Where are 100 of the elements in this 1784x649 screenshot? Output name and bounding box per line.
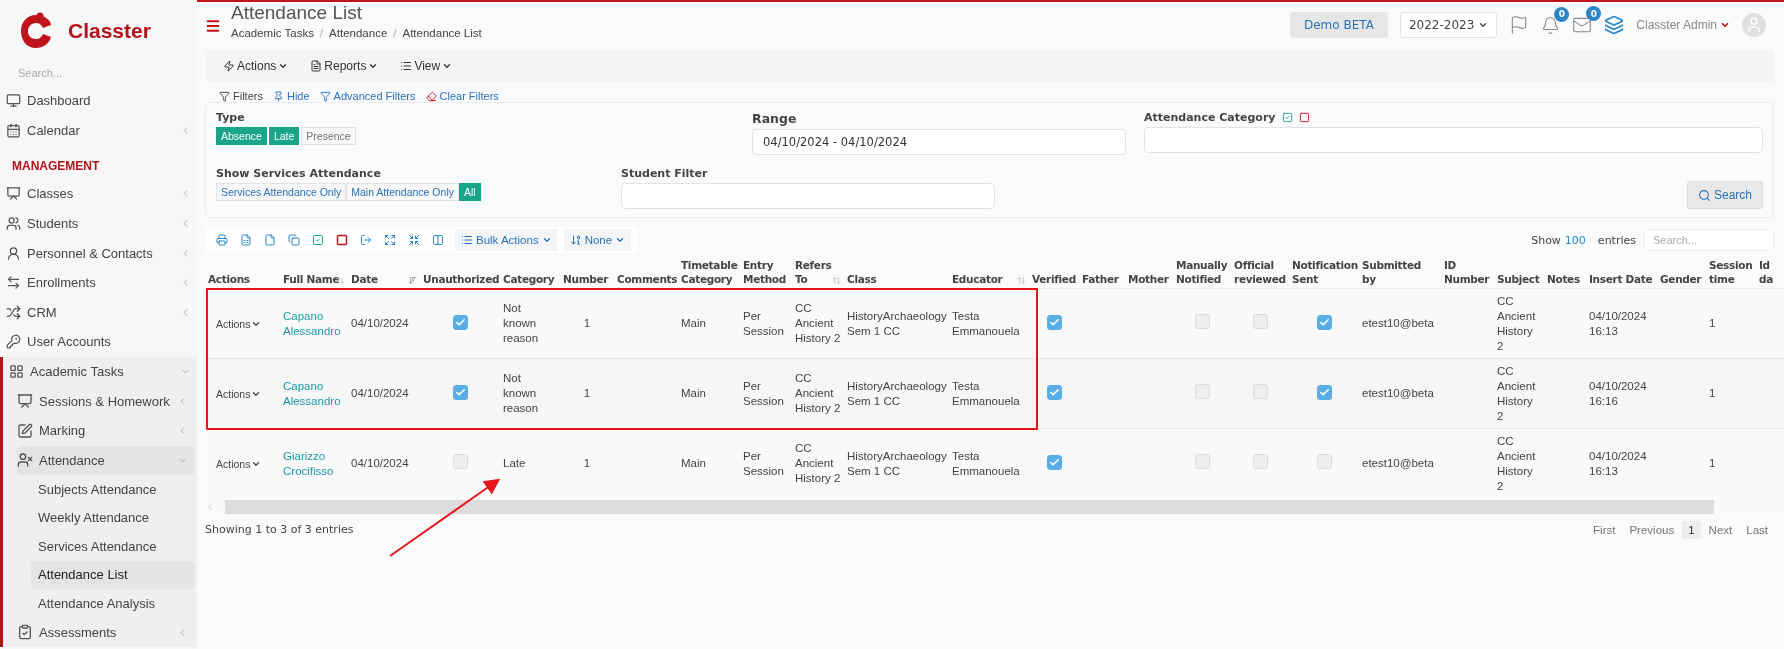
range-field[interactable]: 04/10/2024 - 04/10/2024 [752,129,1126,155]
column-header: Date [351,273,378,285]
column-header: Unauthorized [423,273,500,285]
menu-icon[interactable] [205,18,221,34]
breadcrumb-link[interactable]: Attendance [329,27,388,39]
sidebar-search-field[interactable]: Search... [16,66,176,80]
user-menu[interactable]: Classter Admin [1636,18,1730,32]
sidebar-item[interactable]: Attendance List [31,560,194,590]
entries-count-link[interactable]: 100 [1564,233,1586,247]
sidebar-item[interactable]: Academic Tasks [9,356,197,387]
checkbox[interactable] [1046,455,1062,471]
sidebar-item[interactable]: CRM [6,297,197,328]
type-label: Type [216,111,246,124]
sidebar-item[interactable]: Assessments [17,617,194,648]
sidebar-item[interactable]: Services Attendance [31,532,194,561]
sidebar-item[interactable]: Marking [17,415,194,446]
pagination-link[interactable]: 1 [1682,520,1701,539]
checkbox[interactable] [1046,315,1062,330]
filter-link[interactable]: Hide [272,90,310,102]
actions-dropdown[interactable]: Actions [208,317,262,330]
pagination-link[interactable]: Next [1702,520,1739,539]
sidebar-item[interactable]: User Accounts [6,327,197,357]
bell-icon[interactable] [1541,15,1561,35]
table-search-field[interactable]: Search... [1644,229,1774,251]
table-cell: 04/10/2024 [351,317,409,329]
toolbar-dropdown[interactable]: Reports [302,59,387,73]
filter-link[interactable]: Clear Filters [425,90,499,102]
horizontal-scrollbar[interactable] [225,499,1714,514]
pagination-link[interactable]: Last [1740,520,1774,539]
table-cell: Main [681,387,706,399]
table-cell: 04/10/2024 16:13 [1589,449,1647,477]
table-cell: CC Ancient History 2 [795,302,841,344]
column-header: ID Number [1444,259,1490,285]
column-header: Comments [617,273,678,285]
table-cell: CC Ancient History 2 [1497,294,1536,352]
toolbar-dropdown[interactable]: Actions [215,59,297,73]
bulk-actions-dropdown[interactable]: Bulk Actions [455,229,558,251]
breadcrumb-link[interactable]: Attendance List [402,27,482,39]
type-toggle[interactable]: Presence [301,127,356,145]
checkmark-icon [1048,317,1060,328]
sidebar-item[interactable]: Subjects Attendance [31,475,194,504]
toolbar-dropdown[interactable]: View [392,59,461,73]
sort-dropdown[interactable]: None [563,229,632,251]
mail-icon[interactable] [1572,15,1593,35]
services-label: Show Services Attendance [216,167,382,180]
layers-icon[interactable] [1604,15,1625,35]
caret-icon [278,61,289,71]
column-header: Notification Sent [1292,259,1358,285]
filter-icon [219,90,230,102]
checkbox[interactable] [1046,385,1062,400]
services-toggle[interactable]: Main Attendance Only [346,183,459,201]
student-filter-label: Student Filter [621,167,709,180]
column-header: Subject [1497,273,1540,285]
sidebar-item[interactable]: Dashboard [6,86,197,116]
table-cell: Main [681,457,706,470]
table-cell: Per Session [743,449,784,477]
year-dropdown[interactable]: 2022-2023 [1399,12,1498,38]
table-cell: Testa Emmanouela [952,449,1020,477]
actions-dropdown[interactable]: Actions [208,387,262,400]
caret-icon [368,61,379,71]
sidebar-item[interactable]: Calendar [6,115,197,146]
breadcrumb-link[interactable]: Academic Tasks [231,27,314,39]
column-header: Manually Notified [1176,259,1228,285]
category-field[interactable] [1144,127,1763,153]
sidebar-item[interactable]: Personnel & Contacts [6,238,197,268]
list-icon [461,234,473,246]
pagination-link[interactable]: Previous [1623,520,1681,539]
column-header: Father [1082,273,1119,285]
filter-link[interactable]: Advanced Filters [319,90,416,102]
eraser-icon [425,90,437,102]
uncheck-all-icon[interactable] [1298,112,1310,123]
student-filter-field[interactable] [621,183,995,209]
checkbox[interactable] [1316,385,1332,400]
environment-button[interactable]: Demo BETA [1290,12,1388,38]
check-all-icon[interactable] [1281,112,1293,123]
services-toggle[interactable]: Services Attendance Only [216,183,347,201]
sidebar-item[interactable]: Weekly Attendance [31,503,194,533]
column-header: Id da [1759,259,1773,285]
column-header: Category [503,273,555,285]
pagination-link[interactable]: First [1587,520,1622,539]
sidebar-item[interactable]: Classes [6,179,197,209]
filter-icon [319,90,331,102]
table-cell: CC Ancient History 2 [795,372,841,414]
sidebar-item[interactable]: Attendance Analysis [31,589,194,618]
checkbox[interactable] [452,315,468,330]
sidebar-item[interactable]: Sessions & Homework [17,386,194,416]
sidebar-item[interactable]: Enrollments [6,267,197,298]
checkbox[interactable] [452,385,468,400]
sidebar-item[interactable]: Attendance [17,445,194,476]
sidebar-item[interactable]: Students [6,208,197,239]
scroll-left-icon[interactable] [205,501,215,512]
checkbox[interactable] [1316,315,1332,330]
table-cell: etest10@beta [1362,387,1434,399]
column-header: Full Name [283,273,340,285]
search-button[interactable]: Search [1686,181,1763,209]
actions-dropdown[interactable]: Actions [208,457,262,470]
filters-label: Filters [233,90,263,102]
table-cell: Per Session [743,379,784,407]
sort-descending-icon[interactable] [408,276,417,285]
breadcrumb-separator: / [393,27,397,39]
